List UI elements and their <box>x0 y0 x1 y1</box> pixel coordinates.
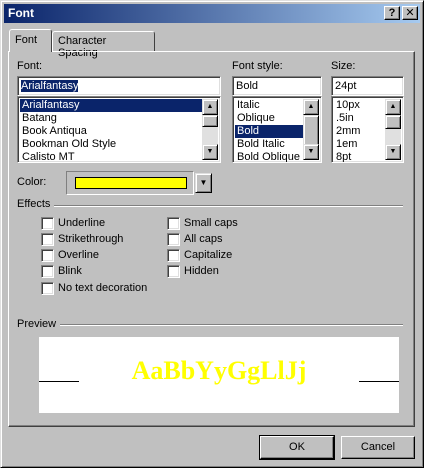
tab-font[interactable]: Font <box>9 29 52 52</box>
cancel-button[interactable]: Cancel <box>341 436 415 459</box>
tab-font-label: Font <box>15 34 38 46</box>
cancel-button-label: Cancel <box>360 441 396 453</box>
tab-character-spacing[interactable]: Character Spacing <box>52 31 155 59</box>
tab-panel-font <box>8 51 415 427</box>
help-icon: ? <box>388 7 396 19</box>
font-dialog: Font ? ✕ Font Character Spacing Font: Ar… <box>0 0 424 468</box>
title-bar[interactable]: Font <box>4 4 420 23</box>
help-button[interactable]: ? <box>384 6 400 20</box>
ok-button[interactable]: OK <box>259 435 335 460</box>
window-title: Font <box>8 6 34 20</box>
close-button[interactable]: ✕ <box>402 6 418 20</box>
ok-button-label: OK <box>289 441 305 453</box>
close-icon: ✕ <box>405 7 415 19</box>
